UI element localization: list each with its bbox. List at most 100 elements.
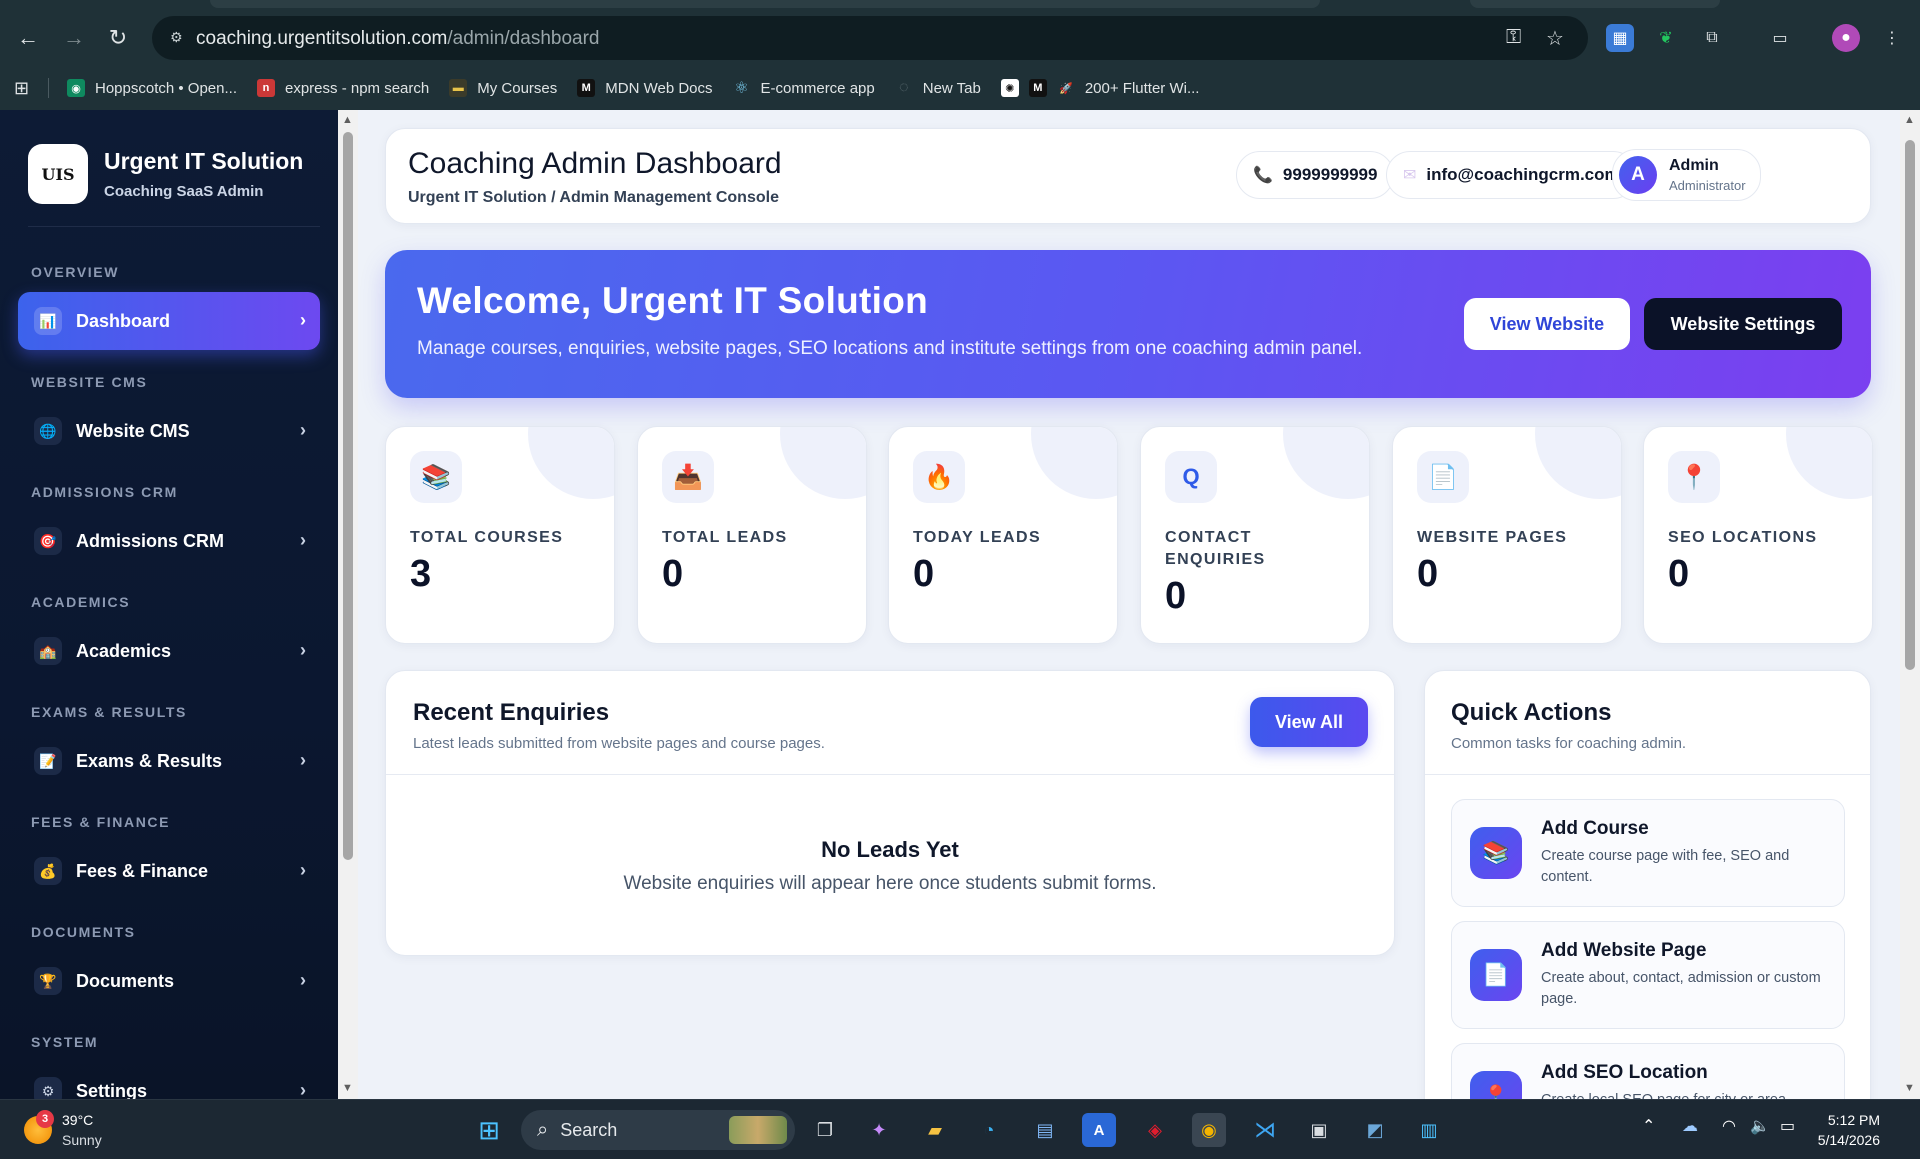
chevron-right-icon: › (300, 420, 306, 440)
bookmark-mdn[interactable]: M MDN Web Docs (577, 79, 713, 97)
taskbar-search[interactable]: ⌕ Search (521, 1110, 795, 1150)
rocket-icon: 🚀 (1058, 82, 1073, 95)
trophy-icon: 🏆 (34, 967, 62, 995)
back-icon[interactable]: ← (14, 24, 42, 52)
battery-icon[interactable]: ▭ (1780, 1116, 1795, 1136)
stat-card-total-leads[interactable]: 📥 TOTAL LEADS 0 (637, 426, 867, 644)
weather-widget[interactable]: 3 39°C Sunny (24, 1110, 102, 1150)
site-info-icon[interactable]: ⚙ (170, 29, 188, 47)
user-menu[interactable]: A Admin Administrator (1612, 149, 1761, 201)
vscode-icon[interactable]: ⋊ (1248, 1113, 1282, 1147)
profile-avatar-icon[interactable]: ● (1832, 24, 1860, 52)
sidebar-item-exams-results[interactable]: 📝 Exams & Results › (18, 732, 320, 790)
react-icon: ⚛ (734, 80, 749, 97)
page-icon: 📄 (1470, 949, 1522, 1001)
stat-card-seo-locations[interactable]: 📍 SEO LOCATIONS 0 (1643, 426, 1873, 644)
sidebar-item-documents[interactable]: 🏆 Documents › (18, 952, 320, 1010)
app-icon[interactable]: A (1082, 1113, 1116, 1147)
chevron-right-icon: › (300, 310, 306, 330)
reload-icon[interactable]: ↻ (104, 24, 132, 52)
document-icon: 📝 (34, 747, 62, 775)
sidebar-item-dashboard[interactable]: 📊 Dashboard › (18, 292, 320, 350)
quick-actions-title: Quick Actions (1451, 699, 1612, 726)
apps-grid-icon[interactable]: ⊞ (14, 78, 32, 99)
view-all-button[interactable]: View All (1250, 697, 1368, 747)
extensions-puzzle-icon[interactable]: ⧉ (1698, 24, 1726, 52)
password-key-icon[interactable]: ⚿ (1506, 26, 1521, 49)
bookmarks-bar: ⊞ ◉ Hoppscotch • Open... n express - npm s… (0, 70, 1920, 106)
scroll-down-icon[interactable]: ▼ (1904, 1082, 1915, 1094)
tab-search-icon[interactable]: ▭ (1766, 24, 1794, 52)
medium-icon: M (1028, 79, 1047, 97)
main-scroll-thumb[interactable] (1905, 140, 1915, 670)
extension-leaf-icon[interactable]: ❦ (1652, 24, 1680, 52)
store-icon[interactable]: ▤ (1028, 1113, 1062, 1147)
scroll-down-icon[interactable]: ▼ (342, 1082, 353, 1094)
tray-overflow-icon[interactable]: ⌃ (1642, 1116, 1655, 1136)
windows-start-icon[interactable]: ⊞ (472, 1113, 506, 1147)
main-scrollbar[interactable]: ▲ ▼ (1900, 110, 1920, 1099)
edge-icon[interactable]: ◔ (972, 1113, 1006, 1147)
url-text: coaching.urgentitsolution.com/admin/dash… (196, 28, 600, 49)
bookmark-my-courses[interactable]: ▬ My Courses (449, 79, 557, 97)
scroll-up-icon[interactable]: ▲ (342, 114, 353, 126)
bookmark-star-icon[interactable]: ☆ (1546, 26, 1564, 51)
scroll-up-icon[interactable]: ▲ (1904, 114, 1915, 126)
phone-pill[interactable]: 📞 9999999999 (1236, 151, 1395, 199)
admin-app: UIS Urgent IT Solution Coaching SaaS Adm… (0, 110, 1920, 1099)
bookmark-ecommerce[interactable]: ⚛ E-commerce app (733, 79, 874, 98)
empty-state-text: Website enquiries will appear here once … (623, 873, 1157, 894)
view-website-button[interactable]: View Website (1464, 298, 1630, 350)
school-icon: 🏫 (34, 637, 62, 665)
quick-action-desc: Create about, contact, admission or cust… (1541, 970, 1821, 1007)
bookmark-hoppscotch[interactable]: ◉ Hoppscotch • Open... (67, 79, 237, 97)
stat-card-contact-enquiries[interactable]: Q CONTACT ENQUIRIES 0 (1140, 426, 1370, 644)
website-settings-button[interactable]: Website Settings (1644, 298, 1842, 350)
bookmark-npm[interactable]: n express - npm search (257, 79, 429, 97)
onedrive-icon[interactable]: ☁ (1682, 1116, 1698, 1136)
task-view-icon[interactable]: ❐ (808, 1113, 842, 1147)
welcome-title: Welcome, Urgent IT Solution (417, 280, 929, 321)
terminal-icon[interactable]: ▣ (1302, 1113, 1336, 1147)
sidebar-item-website-cms[interactable]: 🌐 Website CMS › (18, 402, 320, 460)
copilot-icon[interactable]: ✦ (862, 1113, 896, 1147)
forward-icon[interactable]: → (60, 24, 88, 52)
quick-action-add-course[interactable]: 📚 Add Course Create course page with fee… (1451, 799, 1845, 907)
stat-card-total-courses[interactable]: 📚 TOTAL COURSES 3 (385, 426, 615, 644)
menu-kebab-icon[interactable]: ⋮ (1878, 24, 1906, 52)
mcafee-icon[interactable]: ◈ (1138, 1113, 1172, 1147)
bookmark-flutter[interactable]: M 🚀 200+ Flutter Wi... (1028, 79, 1199, 97)
sidebar-scroll-thumb[interactable] (343, 132, 353, 860)
database-tool-icon[interactable]: ◩ (1358, 1113, 1392, 1147)
quick-action-add-website-page[interactable]: 📄 Add Website Page Create about, contact… (1451, 921, 1845, 1029)
courses-icon: ▬ (449, 79, 468, 97)
phone-number: 9999999999 (1282, 165, 1378, 184)
wifi-icon[interactable]: ◠ (1722, 1116, 1736, 1136)
mdn-icon: M (577, 79, 596, 97)
quick-action-add-seo-location[interactable]: 📍 Add SEO Location Create local SEO page… (1451, 1043, 1845, 1099)
sidebar-item-fees-finance[interactable]: 💰 Fees & Finance › (18, 842, 320, 900)
bookmark-new-tab[interactable]: ◌ New Tab (895, 79, 981, 97)
stat-card-today-leads[interactable]: 🔥 TODAY LEADS 0 (888, 426, 1118, 644)
books-icon: 📚 (1470, 827, 1522, 879)
sidebar-scrollbar[interactable]: ▲ ▼ (338, 110, 358, 1099)
stat-label: TOTAL LEADS (662, 529, 788, 546)
stat-card-website-pages[interactable]: 📄 WEBSITE PAGES 0 (1392, 426, 1622, 644)
brand[interactable]: UIS Urgent IT Solution Coaching SaaS Adm… (28, 144, 303, 204)
sidebar-item-academics[interactable]: 🏫 Academics › (18, 622, 320, 680)
section-label-admissions-crm: ADMISSIONS CRM (31, 484, 178, 500)
decor-circle (780, 427, 866, 499)
volume-icon[interactable]: 🔈 (1750, 1116, 1770, 1136)
bookmark-openai[interactable]: ✺ (1000, 79, 1019, 97)
extension-translate-icon[interactable]: ▦ (1606, 24, 1634, 52)
notepad-icon[interactable]: ▥ (1412, 1113, 1446, 1147)
chrome-icon[interactable]: ◉ (1192, 1113, 1226, 1147)
system-clock[interactable]: 5:12 PM 5/14/2026 (1818, 1110, 1880, 1150)
address-bar[interactable]: ⚙ coaching.urgentitsolution.com/admin/da… (152, 16, 1588, 60)
file-explorer-icon[interactable]: ▰ (918, 1113, 952, 1147)
sidebar-item-admissions-crm[interactable]: 🎯 Admissions CRM › (18, 512, 320, 570)
email-pill[interactable]: ✉ info@coachingcrm.com (1386, 151, 1637, 199)
top-header: Coaching Admin Dashboard Urgent IT Solut… (385, 128, 1871, 224)
recent-enquiries-card: Recent Enquiries Latest leads submitted … (385, 670, 1395, 956)
sidebar-item-settings[interactable]: ⚙ Settings › (18, 1062, 320, 1099)
